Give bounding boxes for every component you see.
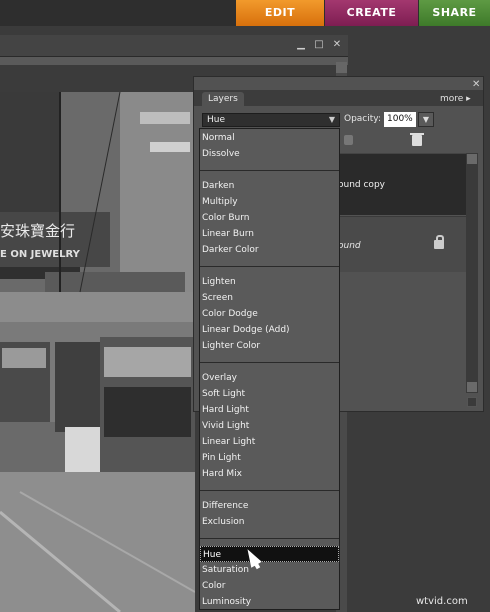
menu-item[interactable]: Multiply	[200, 194, 339, 210]
menu-item[interactable]: Linear Dodge (Add)	[200, 322, 339, 338]
menu-separator	[200, 170, 339, 171]
blend-mode-value: Hue	[207, 115, 226, 125]
resize-handle[interactable]	[467, 397, 477, 407]
menu-item[interactable]: Saturation	[200, 562, 339, 578]
menu-item[interactable]: Pin Light	[200, 450, 339, 466]
menu-item[interactable]: Color Burn	[200, 210, 339, 226]
menu-item[interactable]: Difference	[200, 498, 339, 514]
sign-chinese: 安珠寶金行	[0, 222, 76, 240]
layer-row[interactable]: ound copy	[334, 153, 466, 215]
maximize-icon[interactable]: □	[313, 39, 325, 51]
menu-item[interactable]: Darker Color	[200, 242, 339, 258]
menu-separator	[200, 538, 339, 539]
tab-layers[interactable]: Layers	[202, 92, 244, 106]
menu-item[interactable]: Color	[200, 578, 339, 594]
menu-item[interactable]: Hue	[200, 546, 339, 562]
close-icon[interactable]: ✕	[331, 39, 343, 51]
scroll-down-icon[interactable]	[467, 382, 477, 392]
menu-item[interactable]: Lighter Color	[200, 338, 339, 354]
menu-item[interactable]: Overlay	[200, 370, 339, 386]
tab-share[interactable]: SHARE	[419, 0, 490, 26]
menu-item[interactable]: Lighten	[200, 274, 339, 290]
menu-item[interactable]: Normal	[200, 130, 339, 146]
tab-create[interactable]: CREATE	[325, 0, 418, 26]
opacity-field[interactable]: 100%	[384, 112, 416, 127]
blend-mode-select[interactable]: Hue ▼	[202, 113, 340, 127]
street-photo	[0, 92, 195, 612]
opacity-chevron-icon[interactable]: ▼	[418, 112, 434, 127]
menu-item[interactable]: Dissolve	[200, 146, 339, 162]
menu-item[interactable]: Luminosity	[200, 594, 339, 610]
layer-name: ound copy	[338, 180, 385, 190]
menu-separator	[200, 362, 339, 363]
menu-item[interactable]: Exclusion	[200, 514, 339, 530]
more-menu[interactable]: more ▸	[440, 94, 471, 104]
menu-item[interactable]: Hard Mix	[200, 466, 339, 482]
menu-separator	[200, 490, 339, 491]
mode-bar: EDIT CREATE SHARE	[0, 0, 490, 26]
document-titlebar: ▁ □ ✕	[0, 35, 348, 57]
chevron-down-icon: ▼	[328, 115, 335, 124]
app-window: EDIT CREATE SHARE ▁ □ ✕ 安珠寶金行 E ON JEWEL…	[0, 0, 490, 612]
menu-item[interactable]: Linear Burn	[200, 226, 339, 242]
layer-name: ound	[338, 241, 361, 251]
menu-item[interactable]: Linear Light	[200, 434, 339, 450]
tab-edit[interactable]: EDIT	[236, 0, 324, 26]
blend-mode-menu: Normal Dissolve Darken Multiply Color Burn Li…	[199, 128, 340, 610]
layer-row[interactable]: ound	[334, 216, 466, 272]
lock-icon	[434, 235, 444, 249]
watermark: wtvid.com	[416, 596, 468, 607]
menu-separator	[200, 266, 339, 267]
menu-item[interactable]: Soft Light	[200, 386, 339, 402]
menu-item[interactable]: Darken	[200, 178, 339, 194]
scroll-up-icon[interactable]	[467, 154, 477, 164]
trash-icon[interactable]	[410, 133, 424, 146]
lock-all-icon[interactable]	[344, 135, 353, 145]
document-ruler	[0, 57, 348, 65]
opacity-label: Opacity:	[344, 114, 381, 124]
sign-english: E ON JEWELRY	[0, 249, 80, 260]
menu-item[interactable]: Color Dodge	[200, 306, 339, 322]
menu-item[interactable]: Vivid Light	[200, 418, 339, 434]
menu-item[interactable]: Screen	[200, 290, 339, 306]
minimize-icon[interactable]: ▁	[295, 39, 307, 51]
panel-close-icon[interactable]: ✕	[472, 79, 480, 90]
menu-item[interactable]: Hard Light	[200, 402, 339, 418]
photo-canvas[interactable]: 安珠寶金行 E ON JEWELRY	[0, 92, 195, 612]
scroll-up-icon[interactable]	[336, 62, 347, 73]
panel-scrollbar[interactable]	[466, 153, 478, 393]
